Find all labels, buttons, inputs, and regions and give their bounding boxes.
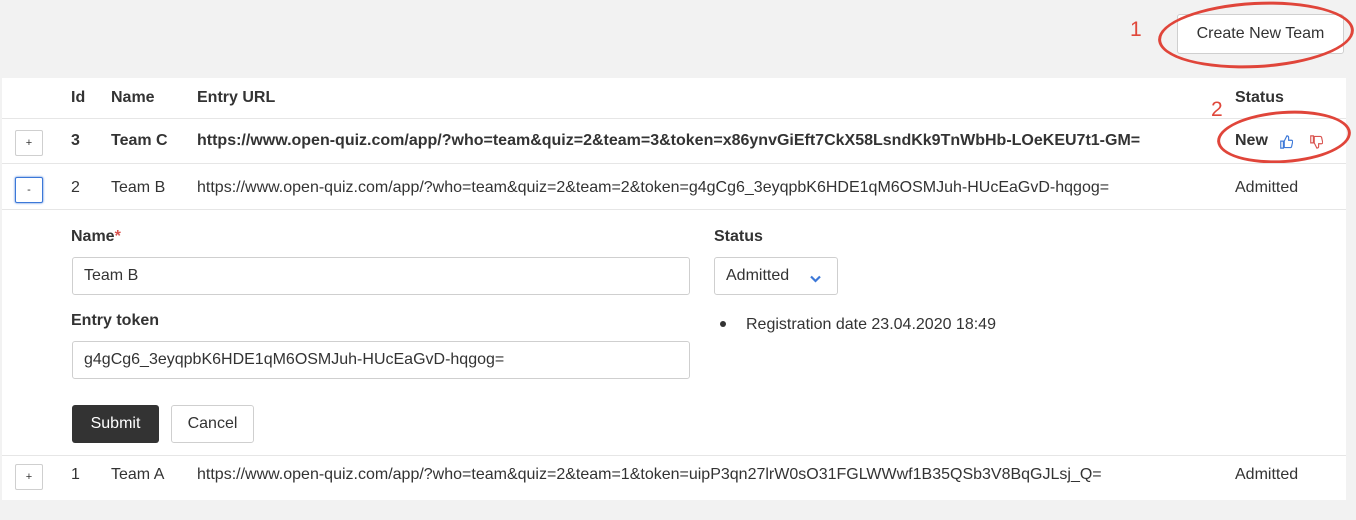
expand-toggle-button[interactable]: + [15, 464, 43, 490]
status-text: Admitted [1235, 466, 1299, 483]
header-entry-url: Entry URL [197, 89, 276, 106]
name-field-label: Name* [71, 228, 121, 245]
status-select-value: Admitted [726, 267, 790, 284]
row-id: 2 [71, 179, 80, 196]
required-marker: * [114, 228, 121, 245]
row-entry-url[interactable]: https://www.open-quiz.com/app/?who=team&… [197, 179, 1109, 197]
table-row: + 3 Team C https://www.open-quiz.com/app… [2, 119, 1346, 163]
row-name: Team A [111, 466, 165, 483]
annotation-number-2: 2 [1211, 98, 1223, 121]
status-select[interactable]: Admitted [714, 257, 838, 295]
registration-date: Registration date 23.04.2020 18:49 [746, 316, 996, 333]
row-entry-url[interactable]: https://www.open-quiz.com/app/?who=team&… [197, 132, 1140, 150]
row-entry-url[interactable]: https://www.open-quiz.com/app/?who=team&… [197, 466, 1102, 484]
chevron-down-icon [809, 271, 822, 289]
table-row: + 1 Team A https://www.open-quiz.com/app… [2, 456, 1346, 500]
status-text: Admitted [1235, 179, 1299, 196]
row-name: Team B [111, 179, 166, 196]
bullet [720, 321, 726, 327]
collapse-toggle-button[interactable]: - [15, 177, 43, 203]
row-id: 1 [71, 466, 80, 483]
entry-token-input[interactable]: g4gCg6_3eyqpbK6HDE1qM6OSMJuh-HUcEaGvD-hq… [72, 341, 690, 379]
cancel-button[interactable]: Cancel [171, 405, 254, 443]
header-name: Name [111, 89, 155, 106]
row-name: Team C [111, 132, 168, 149]
header-id: Id [71, 89, 86, 106]
annotation-number-1: 1 [1130, 18, 1142, 41]
expand-toggle-button[interactable]: + [15, 130, 43, 156]
row-id: 3 [71, 132, 80, 149]
name-input[interactable]: Team B [72, 257, 690, 295]
entry-token-label: Entry token [71, 312, 160, 329]
annotation-oval-1 [1156, 0, 1356, 74]
submit-button[interactable]: Submit [72, 405, 159, 443]
header-status: Status [1235, 89, 1284, 106]
table-row: - 2 Team B https://www.open-quiz.com/app… [2, 164, 1346, 210]
status-field-label: Status [714, 228, 763, 245]
